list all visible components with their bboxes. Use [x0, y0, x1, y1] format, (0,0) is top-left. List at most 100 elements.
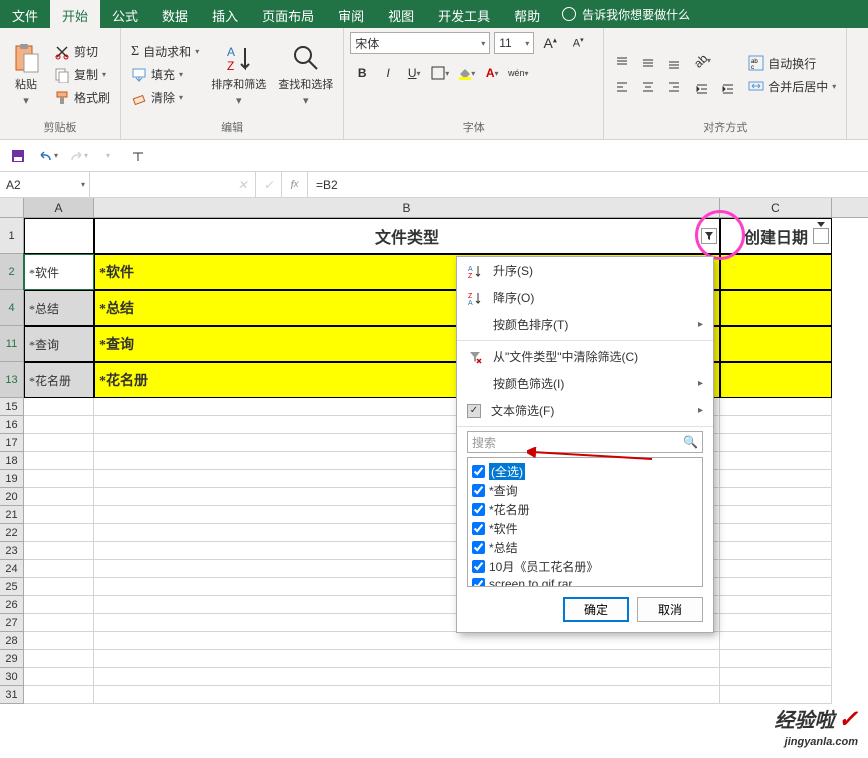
fill-color-button[interactable]: ▾ [454, 62, 478, 84]
qat-more[interactable]: ▾ [96, 145, 120, 167]
font-name-select[interactable]: 宋体▾ [350, 32, 490, 54]
qat-custom[interactable] [126, 145, 150, 167]
tab-view[interactable]: 视图 [376, 0, 426, 28]
row-header[interactable]: 23 [0, 542, 24, 560]
row-header[interactable]: 18 [0, 452, 24, 470]
cell[interactable] [24, 488, 94, 506]
cell[interactable] [720, 632, 832, 650]
row-header[interactable]: 26 [0, 596, 24, 614]
cell[interactable] [720, 398, 832, 416]
cell[interactable] [24, 470, 94, 488]
cell[interactable] [720, 488, 832, 506]
autosum-button[interactable]: Σ自动求和▾ [127, 41, 203, 62]
align-top[interactable] [610, 52, 634, 74]
align-middle[interactable] [636, 52, 660, 74]
cell[interactable] [720, 290, 832, 326]
redo-button[interactable]: ▾ [66, 145, 90, 167]
cell[interactable] [24, 506, 94, 524]
cell[interactable] [24, 452, 94, 470]
check-item[interactable]: *总结 [472, 538, 698, 557]
col-header-c[interactable]: C [720, 198, 832, 217]
filter-button-c[interactable] [813, 228, 829, 244]
cell[interactable] [720, 650, 832, 668]
row-header[interactable]: 11 [0, 326, 24, 362]
row-header[interactable]: 28 [0, 632, 24, 650]
cell[interactable] [720, 524, 832, 542]
orientation-button[interactable]: ab▾ [690, 50, 714, 72]
tab-insert[interactable]: 插入 [200, 0, 250, 28]
tab-help[interactable]: 帮助 [502, 0, 552, 28]
indent-inc[interactable] [716, 78, 740, 100]
row-header[interactable]: 13 [0, 362, 24, 398]
check-item[interactable]: 10月《员工花名册》 [472, 557, 698, 576]
cell[interactable] [720, 452, 832, 470]
cell[interactable] [720, 614, 832, 632]
row-header[interactable]: 31 [0, 686, 24, 704]
undo-button[interactable]: ▾ [36, 145, 60, 167]
tab-home[interactable]: 开始 [50, 0, 100, 28]
row-header[interactable]: 16 [0, 416, 24, 434]
row-header[interactable]: 17 [0, 434, 24, 452]
row-header[interactable]: 19 [0, 470, 24, 488]
grow-font-button[interactable]: A▴ [538, 32, 562, 54]
align-bottom[interactable] [662, 52, 686, 74]
check-item[interactable]: *软件 [472, 519, 698, 538]
sort-asc[interactable]: AZ升序(S) [457, 257, 713, 284]
italic-button[interactable]: I [376, 62, 400, 84]
cell[interactable]: *查询 [24, 326, 94, 362]
align-right[interactable] [662, 76, 686, 98]
fill-button[interactable]: 填充▾ [127, 64, 203, 85]
row-header[interactable]: 15 [0, 398, 24, 416]
save-button[interactable] [6, 145, 30, 167]
filter-by-color[interactable]: 按颜色筛选(I)▸ [457, 370, 713, 397]
filter-checklist[interactable]: (全选) *查询*花名册*软件*总结10月《员工花名册》screen to gi… [467, 457, 703, 587]
cell[interactable] [24, 524, 94, 542]
cell[interactable] [24, 578, 94, 596]
row-header[interactable]: 4 [0, 290, 24, 326]
row-header[interactable]: 29 [0, 650, 24, 668]
filter-search[interactable]: 搜索🔍 [467, 431, 703, 453]
enter-formula[interactable]: ✓ [256, 172, 282, 197]
tab-layout[interactable]: 页面布局 [250, 0, 326, 28]
cut-button[interactable]: 剪切 [50, 41, 114, 62]
clear-button[interactable]: 清除▾ [127, 87, 203, 108]
format-painter-button[interactable]: 格式刷 [50, 87, 114, 108]
cell[interactable] [720, 416, 832, 434]
tab-file[interactable]: 文件 [0, 0, 50, 28]
cell[interactable]: *软件 [24, 254, 94, 290]
cell[interactable] [720, 362, 832, 398]
find-select-button[interactable]: 查找和选择▾ [274, 32, 337, 117]
bold-button[interactable]: B [350, 62, 374, 84]
cell[interactable]: *总结 [24, 290, 94, 326]
underline-button[interactable]: U▾ [402, 62, 426, 84]
cell[interactable] [720, 506, 832, 524]
select-all-corner[interactable] [0, 198, 24, 217]
merge-center-button[interactable]: 合并后居中▾ [744, 76, 840, 97]
cell[interactable] [24, 614, 94, 632]
cell[interactable] [720, 326, 832, 362]
row-header[interactable]: 30 [0, 668, 24, 686]
text-filter[interactable]: ✓文本筛选(F)▸ [457, 397, 713, 424]
cell[interactable] [24, 218, 94, 254]
cancel-formula[interactable]: ✕ [230, 172, 256, 197]
cell[interactable] [720, 542, 832, 560]
cell[interactable] [94, 650, 720, 668]
paste-button[interactable]: 粘贴 ▾ [6, 32, 46, 117]
cell[interactable] [24, 596, 94, 614]
cell[interactable] [720, 254, 832, 290]
col-header-a[interactable]: A [24, 198, 94, 217]
sort-filter-button[interactable]: AZ 排序和筛选▾ [207, 32, 270, 117]
cell[interactable] [94, 632, 720, 650]
wrap-text-button[interactable]: abc自动换行 [744, 53, 840, 74]
cell[interactable] [24, 668, 94, 686]
cell[interactable] [720, 578, 832, 596]
row-header[interactable]: 27 [0, 614, 24, 632]
cell[interactable]: 创建日期 [720, 218, 832, 254]
cell[interactable] [24, 632, 94, 650]
col-header-b[interactable]: B [94, 198, 720, 217]
ok-button[interactable]: 确定 [563, 597, 629, 622]
tab-data[interactable]: 数据 [150, 0, 200, 28]
clear-filter[interactable]: 从"文件类型"中清除筛选(C) [457, 343, 713, 370]
cell[interactable] [24, 416, 94, 434]
check-item[interactable]: screen to gif rar [472, 576, 698, 587]
